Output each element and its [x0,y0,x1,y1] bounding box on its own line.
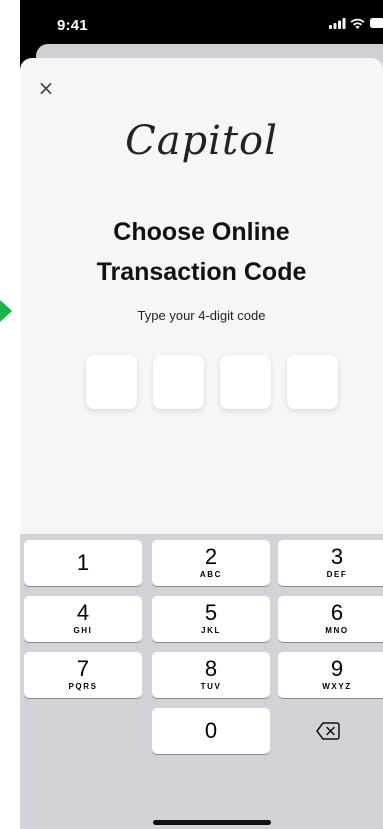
key-letters: DEF [326,570,348,579]
key-2[interactable]: 2 ABC [152,540,270,586]
key-8[interactable]: 8 TUV [152,652,270,698]
key-number: 3 [330,544,344,569]
key-9[interactable]: 9 WXYZ [278,652,383,698]
key-letters: TUV [200,682,222,691]
code-digit-input[interactable] [220,355,271,409]
status-icons [329,17,383,29]
title-line-2: Transaction Code [96,258,307,286]
key-4[interactable]: 4 GHI [24,596,142,642]
status-bar: 9:41 [20,0,383,44]
key-1[interactable]: 1 [24,540,142,586]
key-6[interactable]: 6 MNO [278,596,383,642]
battery-icon [370,18,383,28]
key-number: 4 [76,600,90,625]
key-5[interactable]: 5 JKL [152,596,270,642]
key-3[interactable]: 3 DEF [278,540,383,586]
key-number: 9 [330,656,344,681]
green-arrow-icon [0,300,12,322]
close-button[interactable]: × [34,76,58,100]
key-7[interactable]: 7 PQRS [24,652,142,698]
key-number: 6 [330,600,344,625]
code-sheet: × Capitol Choose Online Transaction Code… [20,58,383,829]
key-letters: GHI [73,626,93,635]
signal-icon [329,17,346,29]
status-time: 9:41 [57,17,88,34]
backspace-icon [316,722,340,740]
wifi-icon [350,18,365,29]
key-number: 8 [204,656,218,681]
key-number: 7 [76,656,90,681]
title-line-1: Choose Online [113,218,290,246]
key-number: 5 [204,600,218,625]
key-letters: ABC [199,570,223,579]
key-letters: JKL [201,626,221,635]
key-letters: PQRS [68,682,98,691]
numeric-keypad: 1 2 ABC 3 DEF 4 GHI 5 JKL 6 MNO 7 PQRS 8… [20,534,383,829]
key-letters: MNO [325,626,349,635]
phone-screen: 9:41 × Capitol Choose Online Transaction… [20,0,383,829]
code-digit-input[interactable] [86,355,137,409]
page-title: Choose Online Transaction Code [20,212,383,292]
key-number: 0 [204,718,218,743]
key-letters: WXYZ [322,682,352,691]
code-digit-input[interactable] [287,355,338,409]
code-input-group [86,355,338,409]
subtitle: Type your 4-digit code [137,308,266,323]
delete-button[interactable] [278,708,378,754]
code-digit-input[interactable] [153,355,204,409]
key-number: 2 [204,544,218,569]
home-indicator[interactable] [153,820,271,825]
key-0[interactable]: 0 [152,708,270,754]
capitol-logo: Capitol [125,118,278,164]
key-number: 1 [76,550,90,575]
